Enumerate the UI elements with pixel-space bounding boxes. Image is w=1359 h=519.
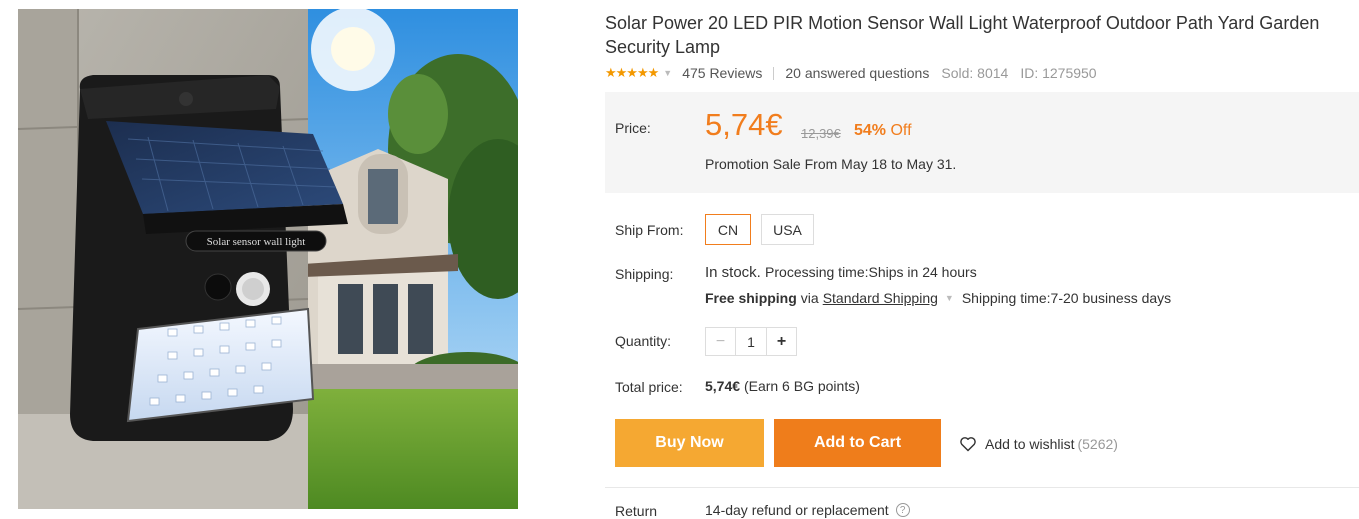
help-icon[interactable]: ?: [895, 503, 910, 517]
shipping-method-row: Free shipping via Standard Shipping ▼ Sh…: [705, 290, 1171, 306]
promotion-text: Promotion Sale From May 18 to May 31.: [705, 156, 957, 172]
original-price: 12,39€: [801, 126, 841, 141]
chevron-down-icon[interactable]: ▼: [663, 68, 672, 78]
total-price: 5,74€ (Earn 6 BG points): [705, 378, 860, 394]
wishlist-label: Add to wishlist: [985, 436, 1075, 452]
total-price-label: Total price:: [615, 379, 683, 395]
bg-points: (Earn 6 BG points): [743, 378, 860, 394]
quantity-stepper: − 1 +: [705, 327, 797, 356]
wishlist-count: (5262): [1077, 436, 1118, 452]
via-text: via: [800, 290, 819, 306]
product-info: Solar Power 20 LED PIR Motion Sensor Wal…: [605, 11, 1359, 82]
buy-now-button[interactable]: Buy Now: [615, 419, 764, 467]
discount-badge: 54% Off: [854, 122, 912, 140]
price-label: Price:: [615, 120, 651, 136]
quantity-input[interactable]: 1: [735, 328, 767, 355]
stock-status: In stock. Processing time:Ships in 24 ho…: [705, 264, 977, 281]
lamp-label-text: Solar sensor wall light: [207, 236, 306, 248]
return-label: Return: [615, 503, 658, 519]
in-stock-text: In stock.: [705, 264, 761, 281]
return-policy-text: 14-day refund or replacement: [705, 502, 889, 518]
chevron-down-icon[interactable]: ▼: [945, 293, 954, 303]
section-divider: [605, 487, 1359, 488]
ship-from-usa-button[interactable]: USA: [761, 214, 814, 245]
meta-divider: [773, 66, 775, 80]
answered-questions-link[interactable]: 20 answered questions: [785, 65, 929, 81]
shipping-time: Shipping time:7-20 business days: [961, 290, 1172, 306]
add-to-cart-button[interactable]: Add to Cart: [774, 419, 941, 467]
ship-from-label: Ship From:: [615, 222, 684, 238]
total-amount: 5,74€: [705, 378, 741, 394]
ship-from-cn-button[interactable]: CN: [705, 214, 751, 245]
rating-stars[interactable]: ★★★★★: [605, 65, 659, 81]
reviews-link[interactable]: 475 Reviews: [682, 65, 762, 81]
product-meta: ★★★★★ ▼ 475 Reviews 20 answered question…: [605, 64, 1359, 82]
heart-icon: [960, 437, 976, 452]
discount-percent: 54%: [854, 122, 887, 139]
free-shipping-text: Free shipping: [705, 290, 797, 306]
current-price: 5,74€: [705, 107, 783, 142]
product-title: Solar Power 20 LED PIR Motion Sensor Wal…: [605, 13, 1320, 57]
price-box: Price: 5,74€ 12,39€ 54% Off Promotion Sa…: [605, 92, 1359, 193]
discount-off-label: Off: [890, 122, 912, 139]
add-to-wishlist-link[interactable]: Add to wishlist (5262): [959, 436, 1118, 452]
shipping-method-link[interactable]: Standard Shipping: [823, 290, 938, 306]
sold-count: Sold: 8014: [941, 65, 1009, 81]
processing-time: Processing time:Ships in 24 hours: [765, 264, 977, 280]
product-id: ID: 1275950: [1020, 65, 1097, 81]
return-policy: 14-day refund or replacement ?: [705, 502, 910, 518]
quantity-label: Quantity:: [615, 333, 672, 349]
shipping-label: Shipping:: [615, 266, 674, 282]
quantity-increase-button[interactable]: +: [767, 328, 796, 355]
quantity-decrease-button[interactable]: −: [706, 328, 735, 355]
product-image[interactable]: Solar sensor wall light: [18, 9, 518, 509]
